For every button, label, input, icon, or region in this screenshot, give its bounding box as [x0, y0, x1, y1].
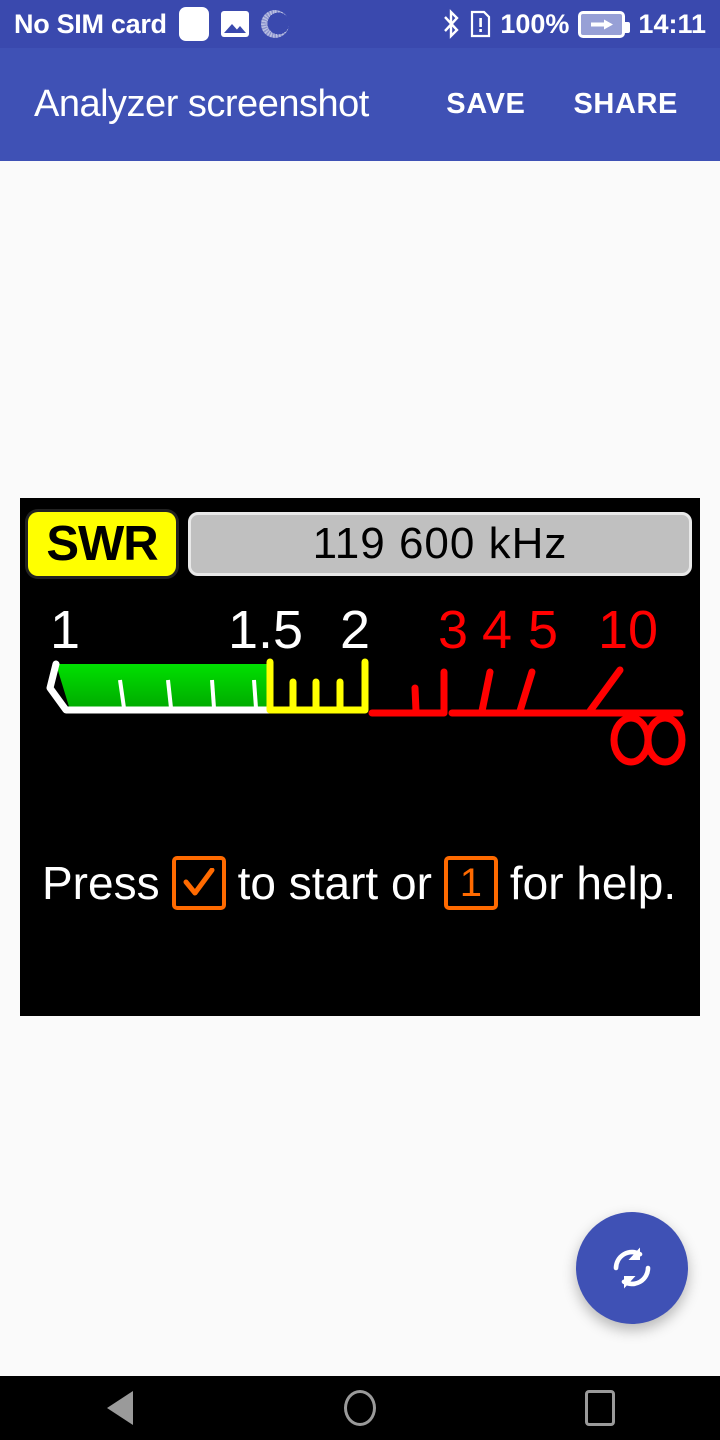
scale-label-3: 3: [438, 600, 469, 660]
scale-green-zone: [46, 660, 273, 714]
checkmark-box-icon[interactable]: [171, 856, 226, 910]
analyzer-screenshot-panel: SWR 119 600 kHz 1 1.5 2 3 4 5 10 Press t…: [20, 498, 700, 1016]
mode-badge[interactable]: SWR: [28, 512, 176, 576]
frequency-display[interactable]: 119 600 kHz: [188, 512, 692, 576]
refresh-fab-button[interactable]: [576, 1212, 688, 1324]
save-button[interactable]: SAVE: [446, 88, 525, 121]
page-title: Analyzer screenshot: [34, 83, 369, 125]
scale-label-5: 5: [528, 600, 559, 660]
swr-scale-graphic: [46, 658, 686, 766]
scale-label-2: 2: [340, 600, 371, 660]
bluetooth-icon: [444, 9, 460, 39]
content-area: SWR 119 600 kHz 1 1.5 2 3 4 5 10 Press t…: [0, 161, 720, 1376]
scale-yellow-zone: [266, 658, 369, 714]
recents-button[interactable]: [540, 1376, 660, 1440]
image-icon: [220, 11, 249, 37]
app-bar: Analyzer screenshot SAVE SHARE: [0, 48, 720, 161]
app-bar-actions: SAVE SHARE: [446, 88, 692, 121]
battery-percent-label: 100%: [500, 8, 570, 39]
white-rounded-box-icon: [178, 7, 209, 41]
swr-scale: 1 1.5 2 3 4 5 10: [20, 603, 700, 793]
sim-warning-icon: [471, 10, 491, 38]
status-bar-right: 100% 14:11: [441, 9, 706, 39]
charging-bolt-icon: [590, 19, 613, 29]
back-button[interactable]: [60, 1376, 180, 1440]
instruction-middle: to start or: [237, 857, 432, 909]
scale-label-4: 4: [482, 600, 513, 660]
instruction-suffix: for help.: [509, 857, 677, 909]
clock-label: 14:11: [638, 8, 706, 39]
refresh-icon: [613, 1247, 651, 1289]
instruction-line: Press to start or 1 for help.: [42, 853, 700, 913]
scale-label-1-5: 1.5: [228, 600, 304, 660]
checkmark-icon: [183, 868, 215, 896]
scale-label-10: 10: [598, 600, 659, 660]
carrier-label: No SIM card: [14, 8, 167, 39]
home-icon: [344, 1390, 376, 1426]
android-navigation-bar: [0, 1376, 720, 1440]
scale-red-zone: [368, 666, 684, 717]
scale-label-1: 1: [50, 600, 81, 660]
status-bar-left: No SIM card: [14, 7, 289, 41]
scale-infinity-symbol: [610, 714, 686, 766]
swr-scale-labels: 1 1.5 2 3 4 5 10: [20, 603, 700, 663]
recents-icon: [585, 1390, 615, 1426]
share-button[interactable]: SHARE: [573, 88, 678, 121]
help-key-one-box[interactable]: 1: [443, 856, 498, 910]
spinner-icon: [260, 10, 289, 38]
back-icon: [107, 1391, 133, 1425]
status-bar: No SIM card 100% 14:11: [0, 0, 720, 48]
analyzer-header-row: SWR 119 600 kHz: [28, 510, 692, 578]
battery-charging-icon: [578, 10, 631, 38]
instruction-prefix: Press: [42, 857, 160, 909]
home-button[interactable]: [300, 1376, 420, 1440]
